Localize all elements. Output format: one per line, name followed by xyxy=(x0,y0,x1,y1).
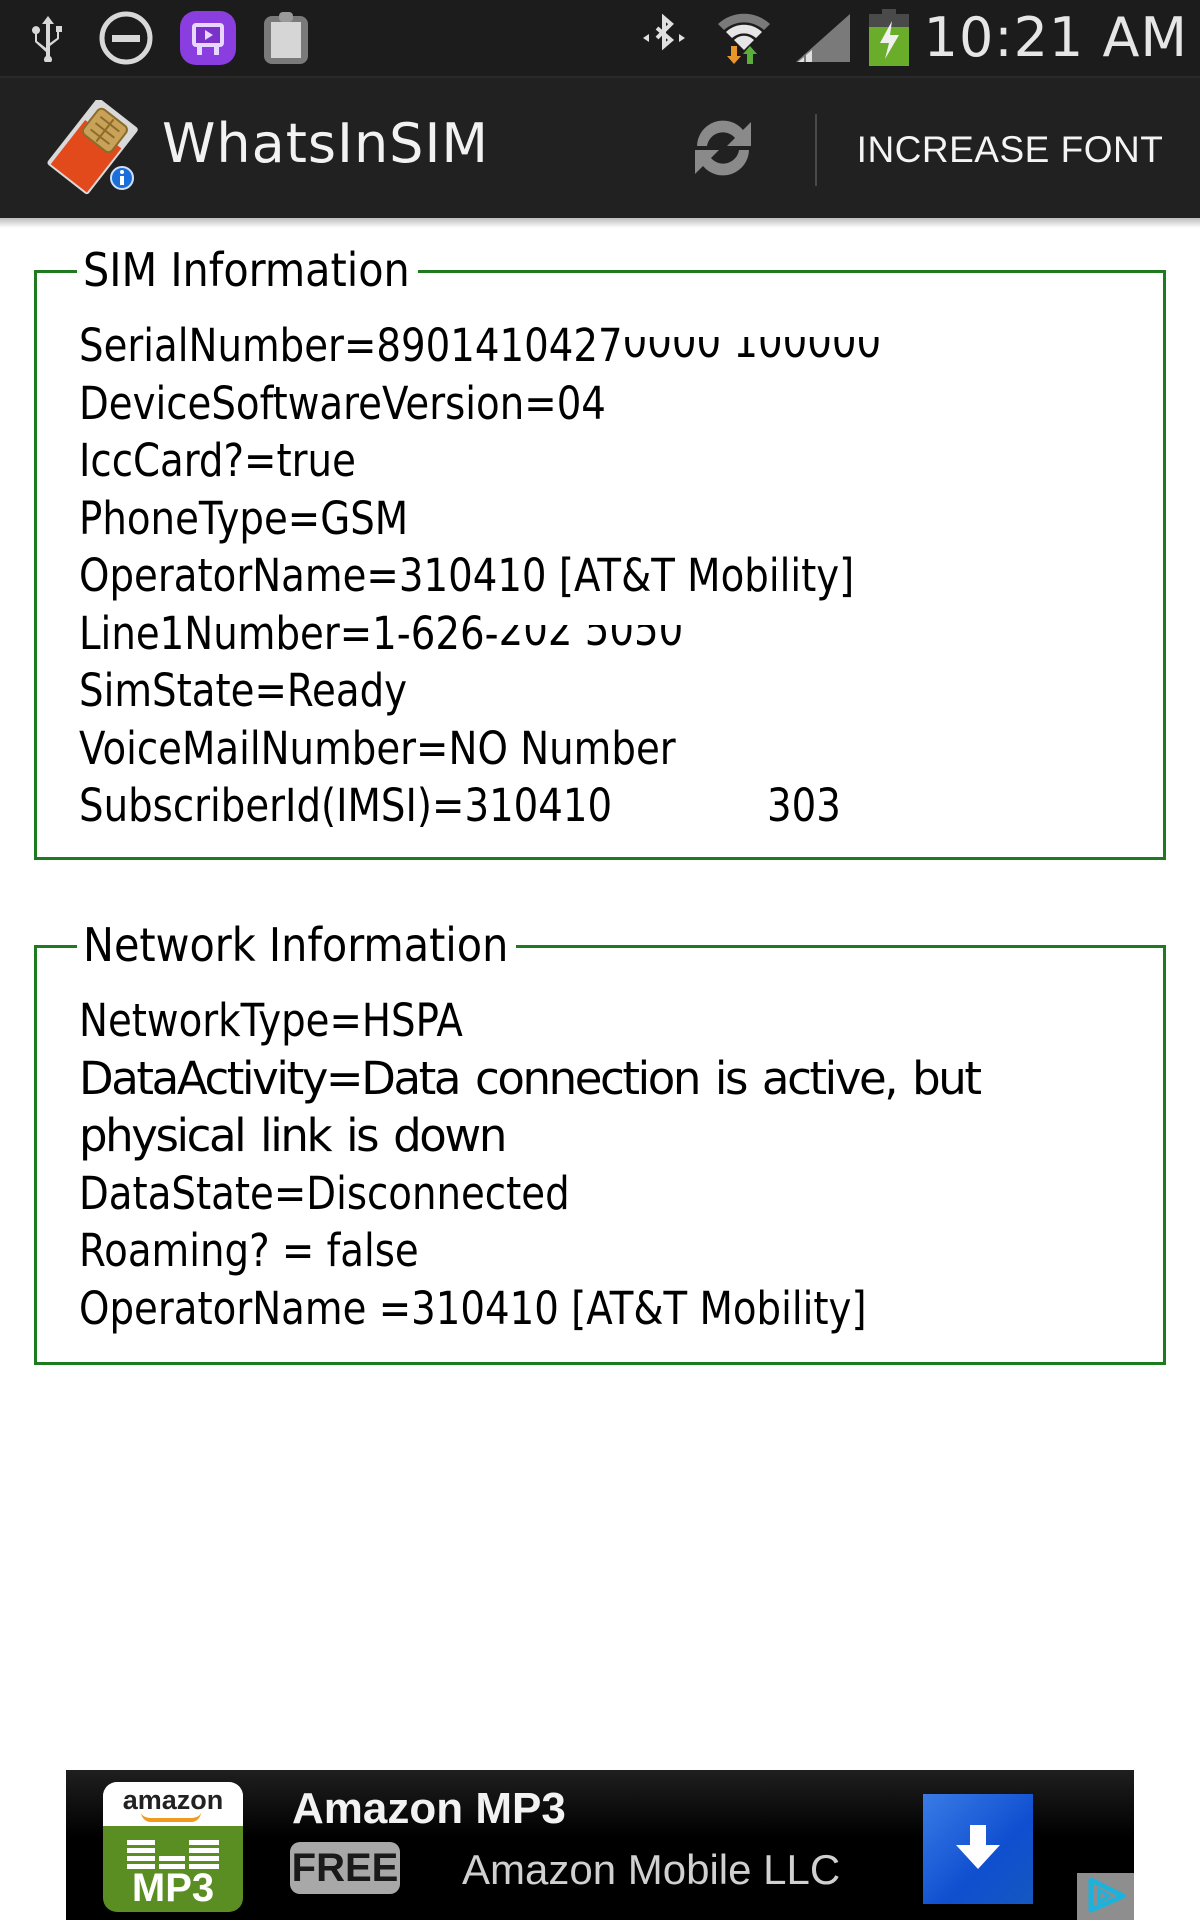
sim-icc-card: IccCard?=true xyxy=(79,432,994,490)
field-label: IccCard?= xyxy=(79,434,277,487)
field-label: PhoneType= xyxy=(79,491,321,545)
field-label: OperatorName= xyxy=(79,549,399,602)
network-information-title: Network Information xyxy=(77,918,517,972)
field-label: DataState= xyxy=(79,1166,307,1220)
sim-card-info-icon xyxy=(40,98,145,195)
field-value: 310410 [AT&T Mobility] xyxy=(411,1281,867,1335)
field-value: 8901410427 xyxy=(376,319,623,372)
network-operator-name: OperatorName =310410 [AT&T Mobility] xyxy=(79,1280,994,1338)
equalizer-icon xyxy=(127,1840,219,1869)
field-value: HSPA xyxy=(361,994,463,1047)
sim-subscriber-id: SubscriberId(IMSI)=310410 303 xyxy=(79,777,994,835)
clipboard-icon xyxy=(260,12,312,64)
field-value: 310410 xyxy=(464,779,613,832)
field-label: Line1Number= xyxy=(79,606,373,660)
sim-voicemail-number: VoiceMailNumber=NO Number xyxy=(79,720,994,778)
field-label: NetworkType= xyxy=(79,994,362,1047)
network-information-list: NetworkType=HSPA DataActivity=Data conne… xyxy=(79,992,1143,1337)
network-data-activity: DataActivity=Data connection is active, … xyxy=(79,1050,1143,1165)
action-bar-divider xyxy=(815,114,817,186)
sim-state: SimState=Ready xyxy=(79,662,994,720)
download-arrow-icon xyxy=(952,1821,1004,1877)
status-bar: 10:21 AM xyxy=(0,0,1200,76)
field-value: GSM xyxy=(320,491,409,545)
wifi-data-activity-icon xyxy=(714,12,774,64)
amazon-mp3-app-icon: amazon MP3 xyxy=(103,1782,243,1912)
field-label: SubscriberId(IMSI)= xyxy=(79,779,465,832)
network-roaming: Roaming? = false xyxy=(79,1222,994,1280)
network-type: NetworkType=HSPA xyxy=(79,992,994,1050)
field-value-suffix: 303 xyxy=(766,779,841,832)
field-value: false xyxy=(326,1224,419,1277)
battery-charging-icon xyxy=(866,9,912,66)
field-label: SimState= xyxy=(79,664,287,717)
video-app-icon xyxy=(178,11,238,65)
field-value: NO Number xyxy=(448,721,676,775)
field-label: DeviceSoftwareVersion= xyxy=(79,376,557,430)
sim-phone-type: PhoneType=GSM xyxy=(79,490,994,548)
refresh-button[interactable] xyxy=(670,106,775,194)
field-value: true xyxy=(276,434,356,487)
app-title: WhatsInSIM xyxy=(162,112,489,175)
ad-title[interactable]: Amazon MP3 xyxy=(292,1784,566,1834)
field-label: VoiceMailNumber= xyxy=(79,721,449,775)
sim-information-title: SIM Information xyxy=(77,243,418,297)
cell-signal-icon xyxy=(793,12,853,64)
action-bar: WhatsInSIM INCREASE FONT xyxy=(0,76,1200,228)
field-value: Ready xyxy=(286,664,408,717)
field-value: 04 xyxy=(556,376,606,430)
field-value: Disconnected xyxy=(306,1166,570,1220)
sim-information-box: SIM Information SerialNumber=89014104270… xyxy=(34,243,1166,860)
sim-serial-number: SerialNumber=89014104270000 100000 xyxy=(79,317,994,375)
price-badge: FREE xyxy=(290,1842,400,1894)
ad-choices-icon xyxy=(1085,1876,1127,1918)
ad-choices-button[interactable] xyxy=(1077,1873,1134,1920)
amazon-smile-icon xyxy=(141,1812,201,1822)
clock: 10:21 AM xyxy=(923,6,1188,69)
redacted-value: 0000 100000 xyxy=(623,337,882,361)
sim-line1-number: Line1Number=1-626-202 5050 xyxy=(79,605,994,663)
bluetooth-icon xyxy=(636,12,692,64)
field-label: Roaming? = xyxy=(79,1224,327,1277)
network-data-state: DataState=Disconnected xyxy=(79,1165,994,1223)
redacted-value: 202 5050 xyxy=(499,625,684,649)
refresh-icon xyxy=(683,112,763,188)
do-not-disturb-icon xyxy=(96,11,156,65)
network-information-box: Network Information NetworkType=HSPA Dat… xyxy=(34,918,1166,1365)
sim-device-software-version: DeviceSoftwareVersion=04 xyxy=(79,375,994,433)
download-button[interactable] xyxy=(923,1794,1033,1904)
sim-information-list: SerialNumber=89014104270000 100000 Devic… xyxy=(79,317,1143,835)
field-label: SerialNumber= xyxy=(79,319,377,372)
increase-font-button[interactable]: INCREASE FONT xyxy=(840,122,1180,178)
usb-icon xyxy=(24,12,72,64)
ad-publisher: Amazon Mobile LLC xyxy=(462,1846,841,1893)
field-label: DataActivity= xyxy=(79,1051,364,1105)
field-label: OperatorName = xyxy=(79,1281,412,1335)
ad-banner[interactable]: amazon MP3 Amazon MP3 FREE Amazon Mobile… xyxy=(66,1770,1134,1920)
field-value: 1-626- xyxy=(372,606,499,660)
field-value: 310410 [AT&T Mobility] xyxy=(398,549,855,602)
sim-operator-name: OperatorName=310410 [AT&T Mobility] xyxy=(79,547,994,605)
mp3-label: MP3 xyxy=(131,1866,215,1910)
